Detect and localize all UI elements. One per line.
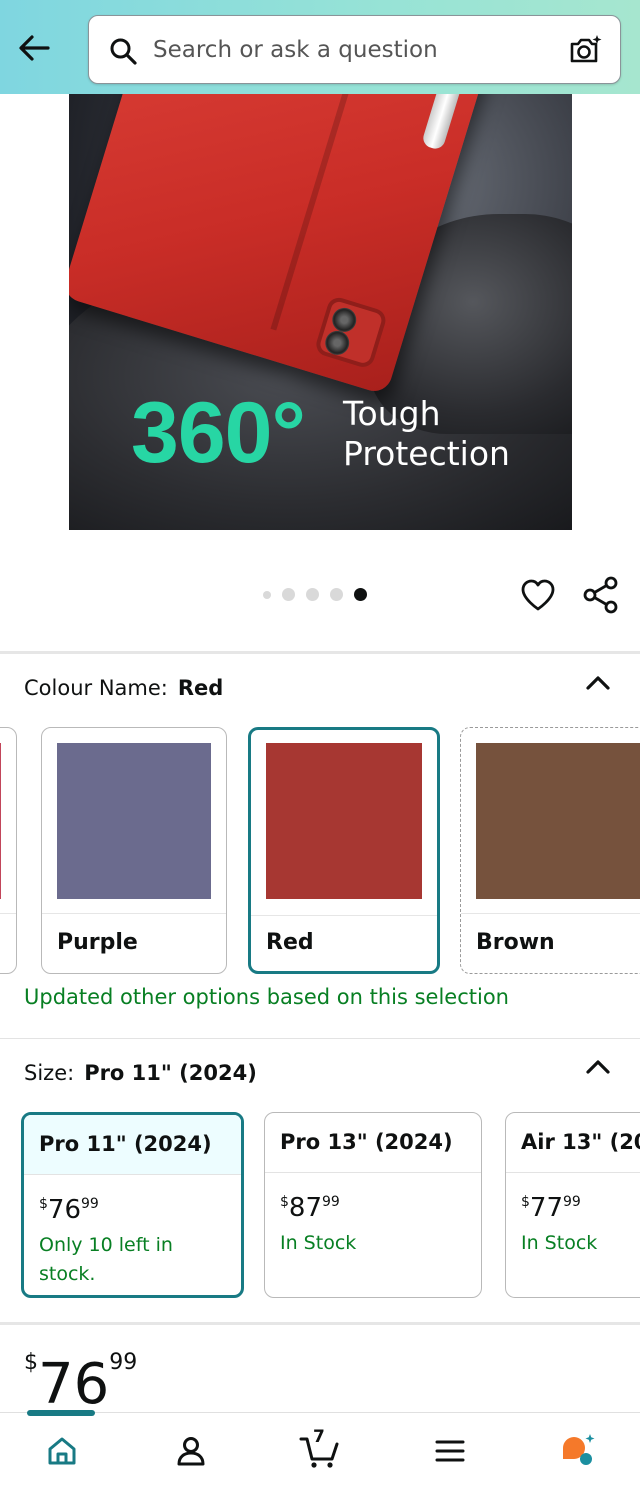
section-divider <box>0 1322 640 1325</box>
colour-selected-value: Red <box>177 676 224 700</box>
search-box[interactable] <box>88 15 621 84</box>
size-option-pro-13[interactable]: Pro 13" (2024) $8799 In Stock <box>264 1112 482 1298</box>
carousel-dots <box>263 588 367 601</box>
carousel-dot[interactable] <box>330 588 343 601</box>
price-fraction: 99 <box>109 1350 138 1375</box>
size-option-pro-11[interactable]: Pro 11" (2024) $7699 Only 10 left in sto… <box>21 1112 244 1298</box>
wishlist-button[interactable] <box>519 575 557 615</box>
cart-count: 7 <box>313 1427 325 1447</box>
heart-icon <box>521 579 555 611</box>
arrow-left-icon <box>19 35 50 61</box>
bottom-nav: 7 <box>0 1410 640 1486</box>
size-selected-value: Pro 11" (2024) <box>84 1061 257 1085</box>
account-icon <box>177 1437 205 1466</box>
promo-line-1: Tough <box>343 394 441 433</box>
colour-option-purple[interactable]: Purple <box>41 727 227 974</box>
size-option-title: Pro 11" (2024) <box>39 1132 212 1156</box>
price-currency: $ <box>24 1350 38 1375</box>
promo-number: 360° <box>131 385 306 481</box>
chevron-up-icon[interactable] <box>584 672 612 692</box>
promo-text: Tough Protection <box>343 394 510 474</box>
nav-rufus[interactable] <box>558 1431 598 1471</box>
share-button[interactable] <box>581 575 621 615</box>
colour-option-label: Brown <box>476 930 555 955</box>
top-header <box>0 0 640 94</box>
nav-active-indicator <box>27 1410 95 1416</box>
size-option-price: $8799 <box>280 1193 340 1223</box>
menu-icon <box>435 1440 465 1462</box>
size-option-stock: Only 10 left in stock. <box>39 1234 173 1285</box>
carousel-dot[interactable] <box>306 588 319 601</box>
colour-option-partial[interactable] <box>0 727 17 974</box>
share-icon <box>583 576 618 614</box>
section-divider <box>0 651 640 654</box>
colour-label-text: Colour Name: <box>24 676 168 700</box>
promo-line-2: Protection <box>343 434 510 473</box>
chevron-up-icon[interactable] <box>584 1056 612 1076</box>
product-image[interactable]: 360° Tough Protection <box>69 94 572 530</box>
swatch-brown <box>476 743 640 899</box>
swatch-purple <box>57 743 211 899</box>
size-option-title: Pro 13" (2024) <box>280 1130 453 1154</box>
rufus-assistant-icon <box>563 1434 595 1465</box>
carousel-dot[interactable] <box>263 590 271 599</box>
size-option-title: Air 13" (2024) <box>521 1130 640 1154</box>
swatch-red <box>266 743 422 899</box>
size-option-air-13[interactable]: Air 13" (2024) $7799 In Stock <box>505 1112 640 1298</box>
size-label: Size: Pro 11" (2024) <box>24 1061 257 1085</box>
size-option-price: $7799 <box>521 1193 581 1223</box>
nav-account[interactable] <box>171 1431 211 1471</box>
update-note: Updated other options based on this sele… <box>24 985 509 1009</box>
search-input[interactable] <box>153 16 553 83</box>
product-price: $7699 <box>24 1350 137 1417</box>
colour-option-brown[interactable]: Brown <box>460 727 640 974</box>
colour-label: Colour Name: Red <box>24 676 223 700</box>
size-option-price: $7699 <box>39 1195 99 1225</box>
price-whole: 76 <box>38 1352 110 1417</box>
colour-option-label: Red <box>266 930 314 955</box>
colour-option-red[interactable]: Red <box>248 727 440 974</box>
back-button[interactable] <box>14 28 54 68</box>
home-icon <box>48 1437 76 1465</box>
nav-menu[interactable] <box>430 1431 470 1471</box>
size-option-stock: In Stock <box>521 1232 598 1254</box>
colour-option-label: Purple <box>57 930 138 955</box>
carousel-dot[interactable] <box>282 588 295 601</box>
nav-cart[interactable]: 7 <box>299 1427 343 1471</box>
search-icon <box>110 38 137 65</box>
size-option-stock: In Stock <box>280 1232 357 1254</box>
section-divider <box>0 1038 640 1039</box>
carousel-dot-active[interactable] <box>354 588 367 601</box>
nav-home[interactable] <box>42 1431 82 1471</box>
size-label-text: Size: <box>24 1061 75 1085</box>
camera-sparkle-icon[interactable] <box>568 34 602 66</box>
